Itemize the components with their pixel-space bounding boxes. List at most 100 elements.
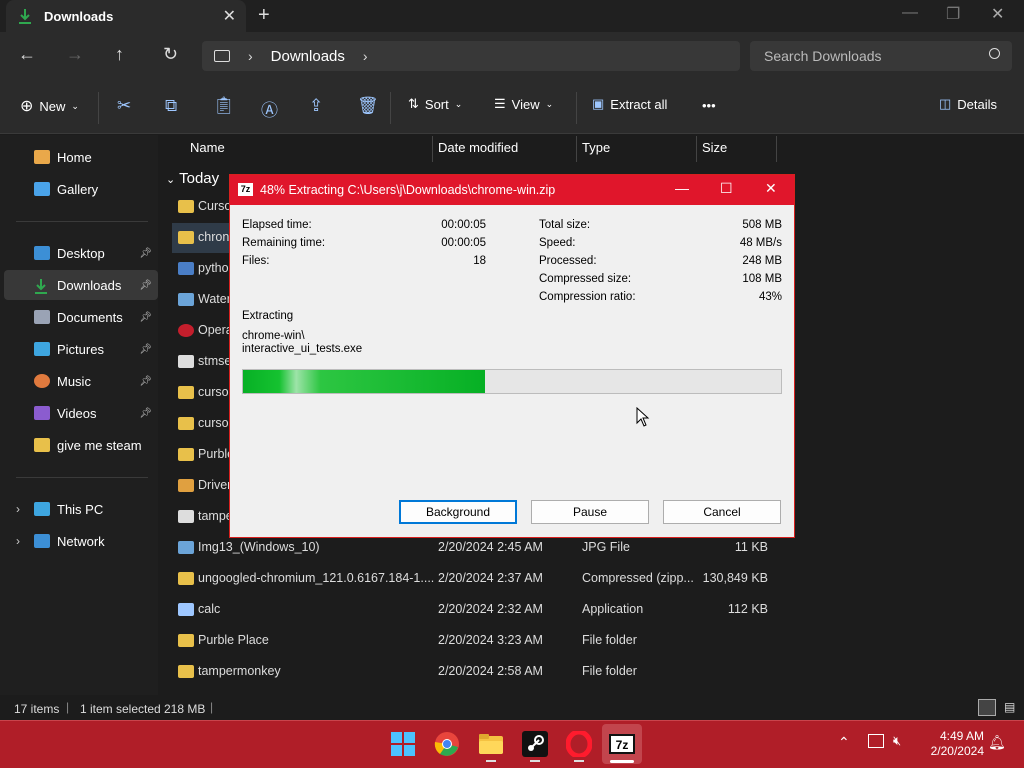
column-header-size[interactable]: Size: [702, 140, 727, 155]
sidebar-item-this-pc[interactable]: › This PC: [4, 494, 158, 524]
tab-downloads[interactable]: Downloads ✕: [6, 0, 246, 32]
steam-icon[interactable]: [522, 731, 548, 757]
image-icon: [178, 293, 194, 306]
compressed-size-label: Compressed size:: [539, 273, 632, 285]
compression-ratio-label: Compression ratio:: [539, 291, 636, 303]
refresh-icon[interactable]: ↻: [163, 44, 178, 65]
tiles-view-icon[interactable]: ▤: [1004, 700, 1015, 714]
svg-text:7z: 7z: [616, 738, 629, 752]
close-icon[interactable]: ✕: [765, 180, 777, 197]
volume-muted-icon[interactable]: 🔇︎: [893, 733, 901, 749]
more-options-button[interactable]: •••: [702, 98, 716, 113]
pin-icon[interactable]: 📌︎: [139, 376, 152, 387]
clock[interactable]: 4:49 AM 2/20/2024: [916, 729, 984, 759]
divider[interactable]: [432, 136, 433, 162]
pin-icon[interactable]: 📌︎: [139, 280, 152, 291]
sidebar-item-downloads[interactable]: Downloads 📌︎: [4, 270, 158, 300]
list-item[interactable]: calc 2/20/2024 2:32 AM Application 112 KB: [172, 595, 792, 625]
operation-label: Extracting: [242, 310, 294, 322]
pin-icon[interactable]: 📌︎: [139, 344, 152, 355]
chrome-icon[interactable]: [434, 731, 460, 757]
new-button[interactable]: ⊕ New ⌄: [20, 96, 79, 116]
running-indicator: [574, 760, 584, 762]
group-header-today[interactable]: ⌄ Today: [166, 170, 219, 187]
7zip-taskbar-icon[interactable]: 7z: [609, 731, 635, 757]
paste-icon[interactable]: 📋︎: [213, 96, 235, 116]
column-header-type[interactable]: Type: [582, 140, 610, 155]
file-name: curso: [198, 385, 229, 399]
opera-icon[interactable]: [565, 729, 593, 759]
pin-icon[interactable]: 📌︎: [139, 248, 152, 259]
file-name: Img13_(Windows_10): [198, 540, 320, 554]
restore-icon[interactable]: ❐: [946, 4, 960, 24]
view-button[interactable]: ☰ View ⌄: [494, 96, 553, 112]
close-tab-icon[interactable]: ✕: [223, 6, 236, 26]
sidebar-item-desktop[interactable]: Desktop 📌︎: [4, 238, 158, 268]
cancel-button[interactable]: Cancel: [663, 500, 781, 524]
chevron-up-icon[interactable]: ⌃: [838, 734, 850, 751]
address-bar[interactable]: › Downloads ›: [202, 41, 740, 71]
dialog-title-bar[interactable]: 7z 48% Extracting C:\Users\j\Downloads\c…: [230, 175, 794, 205]
extract-all-button[interactable]: ▣ Extract all: [592, 96, 667, 112]
delete-icon[interactable]: 🗑︎: [357, 96, 379, 116]
maximize-icon[interactable]: ☐: [720, 180, 733, 197]
sidebar-item-gallery[interactable]: Gallery: [4, 174, 158, 204]
chevron-right-icon[interactable]: ›: [16, 534, 20, 548]
background-button[interactable]: Background: [399, 500, 517, 524]
pin-icon[interactable]: 📌︎: [139, 312, 152, 323]
file-date: 2/20/2024 2:45 AM: [438, 540, 543, 554]
pause-button[interactable]: Pause: [531, 500, 649, 524]
sidebar-item-music[interactable]: Music 📌︎: [4, 366, 158, 396]
search-input[interactable]: Search Downloads: [750, 41, 1012, 71]
file-explorer-icon[interactable]: [478, 731, 504, 757]
search-icon[interactable]: [989, 48, 1000, 59]
share-icon[interactable]: ⇪: [309, 96, 323, 116]
list-item[interactable]: tampermonkey 2/20/2024 2:58 AM File folder: [172, 657, 792, 687]
breadcrumb[interactable]: Downloads: [271, 48, 345, 65]
cut-icon[interactable]: ✂: [117, 96, 131, 116]
rename-icon[interactable]: Ⓐ: [261, 96, 278, 121]
divider[interactable]: [776, 136, 777, 162]
sidebar-item-pictures[interactable]: Pictures 📌︎: [4, 334, 158, 364]
sort-button[interactable]: ⇅ Sort ⌄: [408, 96, 462, 112]
new-tab-button[interactable]: +: [258, 4, 270, 27]
start-icon[interactable]: [390, 731, 416, 757]
divider[interactable]: [696, 136, 697, 162]
sidebar-item-videos[interactable]: Videos 📌︎: [4, 398, 158, 428]
chevron-right-icon[interactable]: ›: [16, 502, 20, 516]
download-icon: [18, 8, 32, 27]
sidebar-item-home[interactable]: Home: [4, 142, 158, 172]
extraction-dialog: 7z 48% Extracting C:\Users\j\Downloads\c…: [229, 174, 795, 538]
sidebar-item-label: Desktop: [57, 245, 105, 261]
plus-icon: ⊕: [20, 98, 34, 115]
details-pane-icon: ◫: [939, 96, 952, 111]
column-header-name[interactable]: Name: [190, 140, 225, 155]
processed-label: Processed:: [539, 255, 597, 267]
pin-icon[interactable]: 📌︎: [139, 408, 152, 419]
notification-bell-icon[interactable]: 🔔︎: [988, 734, 1006, 751]
close-window-icon[interactable]: ✕: [991, 4, 1004, 24]
chevron-right-icon[interactable]: ›: [363, 48, 368, 64]
up-icon[interactable]: ↑: [115, 44, 124, 65]
sidebar-item-documents[interactable]: Documents 📌︎: [4, 302, 158, 332]
file-date: 2/20/2024 3:23 AM: [438, 633, 543, 647]
column-header-date[interactable]: Date modified: [438, 140, 518, 155]
speed-value: 48 MB/s: [739, 237, 782, 249]
forward-icon[interactable]: →: [66, 44, 84, 65]
minimize-icon[interactable]: —: [675, 180, 689, 196]
divider[interactable]: [576, 136, 577, 162]
list-item[interactable]: Purble Place 2/20/2024 3:23 AM File folder: [172, 626, 792, 656]
minimize-icon[interactable]: —: [902, 4, 918, 22]
sidebar-item-give-me-steam[interactable]: give me steam: [4, 430, 158, 460]
list-item[interactable]: ungoogled-chromium_121.0.6167.184-1.... 2…: [172, 564, 792, 594]
display-icon[interactable]: [868, 734, 884, 748]
copy-icon[interactable]: ⧉: [165, 96, 177, 116]
details-view-icon[interactable]: [978, 699, 996, 716]
desktop-icon: [34, 246, 50, 260]
back-icon[interactable]: ←: [18, 44, 36, 65]
chevron-down-icon: ⌄: [545, 98, 554, 109]
sidebar-item-network[interactable]: › Network: [4, 526, 158, 556]
details-button[interactable]: ◫ Details: [939, 96, 997, 112]
file-type: File folder: [582, 664, 637, 678]
file-size: 130,849 KB: [702, 571, 768, 585]
